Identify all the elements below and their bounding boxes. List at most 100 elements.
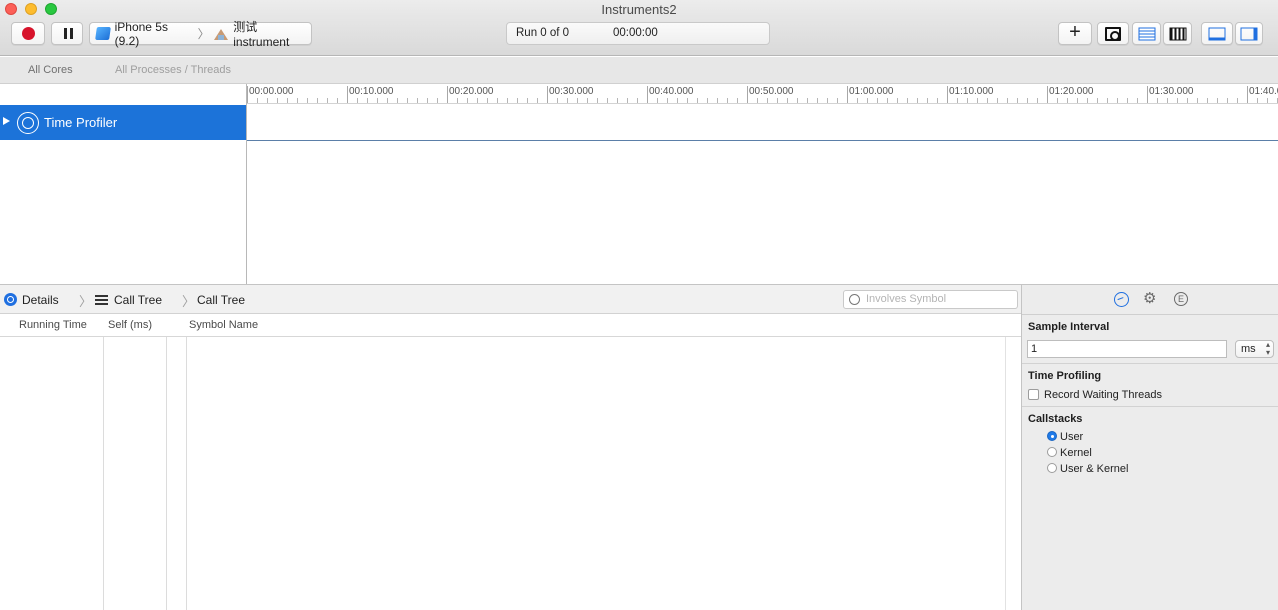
symbol-search-field[interactable] (843, 290, 1018, 309)
ruler-minor-tick (357, 98, 358, 103)
record-waiting-threads-checkbox[interactable] (1028, 389, 1039, 400)
filter-bar: All Cores All Processes / Threads (0, 57, 1278, 84)
callstack-kernel-label: Kernel (1060, 447, 1092, 459)
ruler-minor-tick (1117, 98, 1118, 103)
ruler-minor-tick (927, 98, 928, 103)
table-scroll-edge (1005, 337, 1006, 610)
device-name: iPhone 5s (9.2) (114, 19, 168, 48)
ruler-minor-tick (1207, 98, 1208, 103)
callstacks-title: Callstacks (1028, 413, 1083, 425)
ruler-minor-tick (897, 98, 898, 103)
ruler-minor-tick (1217, 98, 1218, 103)
column-self-ms[interactable]: Self (ms) (108, 319, 152, 331)
ruler-minor-tick (1107, 98, 1108, 103)
pause-button[interactable] (51, 22, 83, 45)
record-icon (22, 27, 35, 40)
ruler-minor-tick (717, 98, 718, 103)
all-cores-filter[interactable]: All Cores (28, 64, 73, 76)
gear-icon[interactable]: ⚙ (1143, 290, 1156, 308)
ruler-minor-tick (317, 98, 318, 103)
call-tree-table[interactable] (0, 337, 1021, 610)
interval-unit-value: ms (1241, 343, 1256, 355)
ruler-minor-tick (667, 98, 668, 103)
right-panel-icon (1240, 27, 1258, 40)
ruler-minor-tick (557, 98, 558, 103)
inspector-tab-bar: ⚙ E (1022, 285, 1278, 315)
ruler-minor-tick (587, 98, 588, 103)
record-settings-tab-icon[interactable] (1114, 292, 1129, 307)
toggle-right-pane-button[interactable] (1235, 22, 1263, 45)
target-device-selector[interactable]: iPhone 5s (9.2) 〉 测试instrument (89, 19, 312, 49)
time-profiler-icon (17, 112, 39, 134)
track-graph-lane[interactable] (247, 105, 1278, 141)
column-divider (103, 337, 104, 610)
ruler-minor-tick (457, 98, 458, 103)
add-instrument-button[interactable]: + (1058, 22, 1092, 45)
stepper-arrows-icon: ▴ ▾ (1265, 340, 1270, 357)
chevron-right-icon: 〉 (182, 294, 196, 309)
details-icon (4, 293, 17, 306)
extended-detail-tab-icon[interactable]: E (1174, 292, 1188, 306)
ruler-minor-tick (1127, 98, 1128, 103)
ruler-minor-tick (1227, 98, 1228, 103)
pause-icon (64, 28, 67, 39)
callstack-kernel-radio[interactable] (1047, 447, 1057, 457)
pause-icon-bar (70, 28, 73, 39)
processes-threads-filter[interactable]: All Processes / Threads (115, 64, 231, 76)
track-row-time-profiler[interactable]: Time Profiler (0, 105, 246, 140)
sample-interval-input[interactable] (1027, 340, 1227, 358)
ruler-minor-tick (387, 98, 388, 103)
details-label[interactable]: Details (22, 293, 59, 307)
bottom-panel-icon (1208, 27, 1226, 40)
ruler-minor-tick (1157, 98, 1158, 103)
ruler-minor-tick (1057, 98, 1058, 103)
ruler-minor-tick (407, 98, 408, 103)
ruler-minor-tick (1097, 98, 1098, 103)
settings-box-icon (1105, 26, 1121, 41)
ruler-minor-tick (907, 98, 908, 103)
ruler-minor-tick (697, 98, 698, 103)
jump-bar-call-tree[interactable]: Call Tree (114, 293, 162, 307)
ruler-minor-tick (307, 98, 308, 103)
column-divider (166, 337, 167, 610)
window-title: Instruments2 (601, 2, 677, 17)
ruler-minor-tick (977, 98, 978, 103)
ruler-minor-tick (817, 98, 818, 103)
ruler-minor-tick (1167, 98, 1168, 103)
ruler-minor-tick (827, 98, 828, 103)
run-status-display[interactable]: Run 0 of 0 00:00:00 (506, 22, 770, 45)
record-settings-view-button[interactable] (1097, 22, 1129, 45)
callstack-user-kernel-radio[interactable] (1047, 463, 1057, 473)
jump-bar-call-tree-current[interactable]: Call Tree (197, 293, 245, 307)
search-icon (849, 294, 860, 305)
column-running-time[interactable]: Running Time (19, 319, 87, 331)
elapsed-time: 00:00:00 (613, 27, 658, 39)
display-settings-view-button[interactable] (1132, 22, 1161, 45)
ruler-minor-tick (577, 98, 578, 103)
toggle-bottom-pane-button[interactable] (1201, 22, 1233, 45)
callstack-user-radio[interactable] (1047, 431, 1057, 441)
time-ruler[interactable]: 00:00.000 00:10.000 00:20.000 00:30.000 00:4… (247, 84, 1278, 104)
column-symbol-name[interactable]: Symbol Name (189, 319, 258, 331)
ruler-minor-tick (877, 98, 878, 103)
track-list: Time Profiler (0, 84, 247, 284)
ruler-minor-tick (417, 98, 418, 103)
ruler-minor-tick (477, 98, 478, 103)
callstack-user-kernel-label: User & Kernel (1060, 463, 1129, 475)
ruler-minor-tick (797, 98, 798, 103)
ruler-minor-tick (487, 98, 488, 103)
ruler-minor-tick (467, 98, 468, 103)
ruler-minor-tick (917, 98, 918, 103)
extended-detail-view-button[interactable] (1163, 22, 1192, 45)
symbol-search-input[interactable] (866, 293, 1011, 305)
interval-unit-select[interactable]: ms ▴ ▾ (1235, 340, 1274, 358)
target-process-name: 测试instrument (233, 20, 290, 49)
disclosure-triangle-icon[interactable] (3, 117, 10, 125)
record-button[interactable] (11, 22, 45, 45)
ruler-minor-tick (957, 98, 958, 103)
grid-icon (1169, 27, 1186, 40)
ruler-minor-tick (837, 98, 838, 103)
ruler-tick-label: 01:40.0 (1247, 86, 1278, 103)
ruler-minor-tick (767, 98, 768, 103)
ruler-corner (0, 84, 246, 104)
